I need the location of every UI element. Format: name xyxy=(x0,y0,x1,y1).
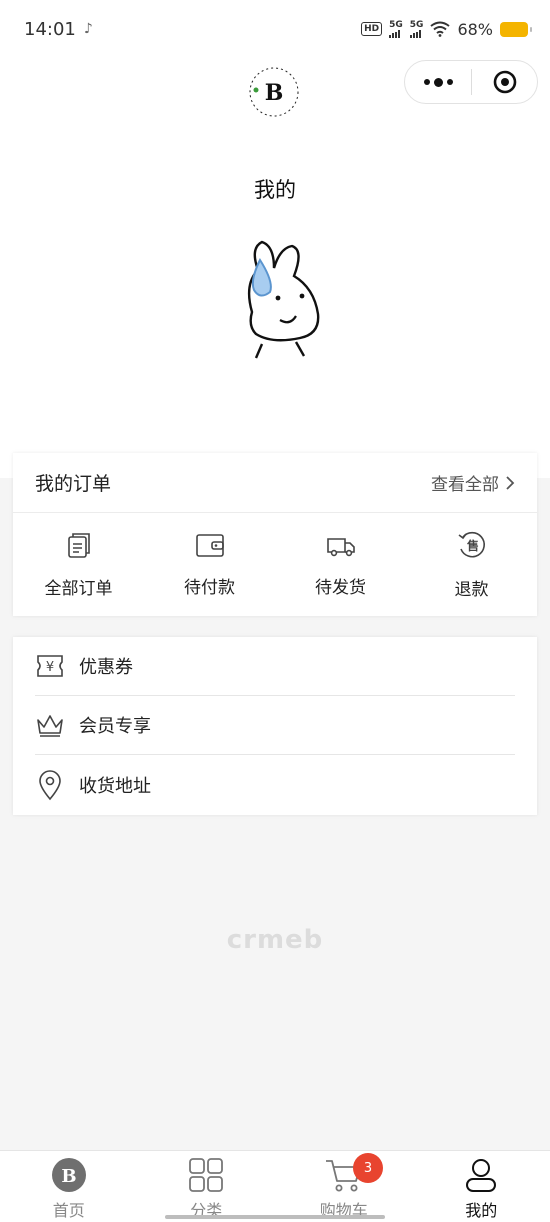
coupons-label: 优惠券 xyxy=(79,657,133,678)
wifi-icon xyxy=(430,21,451,37)
more-dot-icon xyxy=(446,79,453,85)
order-unpaid-button[interactable]: 待付款 xyxy=(144,513,275,615)
home-indicator xyxy=(165,1215,385,1219)
orders-title: 我的订单 xyxy=(35,473,112,495)
truck-icon xyxy=(326,537,355,556)
music-note-icon: ♪ xyxy=(83,21,93,37)
more-dot-icon xyxy=(433,77,443,87)
order-refund-button[interactable]: 售 退款 xyxy=(406,513,537,615)
refund-icon-text: 售 xyxy=(466,538,478,553)
address-label: 收货地址 xyxy=(79,775,151,797)
crown-icon xyxy=(35,712,65,738)
hd-icon: HD xyxy=(361,22,383,36)
chevron-right-icon xyxy=(506,475,515,490)
orders-card: 我的订单 查看全部 全部订单 待付款 待发货 售 退款 xyxy=(13,453,537,616)
target-close-icon xyxy=(493,70,516,94)
location-icon xyxy=(35,769,65,801)
home-logo-icon: B xyxy=(51,1158,86,1192)
wallet-icon xyxy=(195,533,224,557)
signal-icon-1: 5G xyxy=(389,20,403,38)
menu-item-membership[interactable]: 会员专享 xyxy=(35,696,515,755)
order-all-button[interactable]: 全部订单 xyxy=(13,513,144,615)
menu-item-address[interactable]: 收货地址 xyxy=(35,755,515,814)
miniapp-capsule xyxy=(404,60,538,104)
tab-category[interactable]: 分类 xyxy=(138,1151,276,1222)
tab-home[interactable]: B 首页 xyxy=(0,1151,138,1222)
tab-mine[interactable]: 我的 xyxy=(413,1151,550,1222)
orders-header: 我的订单 查看全部 xyxy=(13,453,537,513)
view-all-orders-link[interactable]: 查看全部 xyxy=(431,470,515,495)
order-unpaid-label: 待付款 xyxy=(184,577,235,598)
order-all-label: 全部订单 xyxy=(44,578,113,599)
tab-home-label: 首页 xyxy=(52,1201,85,1220)
network-label-1: 5G xyxy=(389,20,403,30)
user-icon xyxy=(466,1159,497,1192)
cart-badge: 3 xyxy=(353,1153,383,1183)
network-label-2: 5G xyxy=(409,20,424,30)
coupon-icon: ¥ xyxy=(35,653,65,679)
grid-icon xyxy=(189,1158,224,1192)
document-icon xyxy=(67,532,90,558)
coupon-icon-text: ¥ xyxy=(46,660,54,675)
status-time: 14:01 xyxy=(24,18,76,40)
menu-item-coupons[interactable]: ¥ 优惠券 xyxy=(35,637,515,696)
status-icons: HD 5G 5G 68% xyxy=(361,19,532,39)
logo-mark: B xyxy=(265,80,284,106)
bottom-tab-bar: B 首页 分类 3 购物车 我的 xyxy=(0,1150,550,1222)
order-unshipped-button[interactable]: 待发货 xyxy=(275,513,406,615)
profile-header-area: 14:01 ♪ HD 5G 5G 68% B 我的 xyxy=(0,0,550,478)
more-button[interactable] xyxy=(405,61,471,103)
home-logo-mark: B xyxy=(61,1166,76,1187)
page-title: 我的 xyxy=(254,178,296,202)
more-dot-icon xyxy=(423,79,430,85)
status-bar: 14:01 ♪ HD 5G 5G 68% xyxy=(0,0,550,58)
view-all-label: 查看全部 xyxy=(431,475,499,495)
crmeb-watermark: crmeb xyxy=(226,925,324,955)
refund-icon: 售 xyxy=(458,531,485,557)
signal-icon-2: 5G xyxy=(409,20,424,38)
brand-logo-icon: B xyxy=(249,67,299,117)
battery-percent: 68% xyxy=(457,19,493,39)
battery-icon xyxy=(500,21,532,37)
rabbit-avatar-icon[interactable] xyxy=(222,234,332,362)
tab-mine-label: 我的 xyxy=(465,1201,498,1220)
order-refund-label: 退款 xyxy=(454,579,489,600)
order-unshipped-label: 待发货 xyxy=(315,577,366,598)
order-status-row: 全部订单 待付款 待发货 售 退款 xyxy=(13,513,537,615)
membership-label: 会员专享 xyxy=(79,716,151,737)
tab-cart[interactable]: 3 购物车 xyxy=(275,1151,413,1222)
services-menu-card: ¥ 优惠券 会员专享 收货地址 xyxy=(13,637,537,815)
close-miniapp-button[interactable] xyxy=(472,61,537,103)
